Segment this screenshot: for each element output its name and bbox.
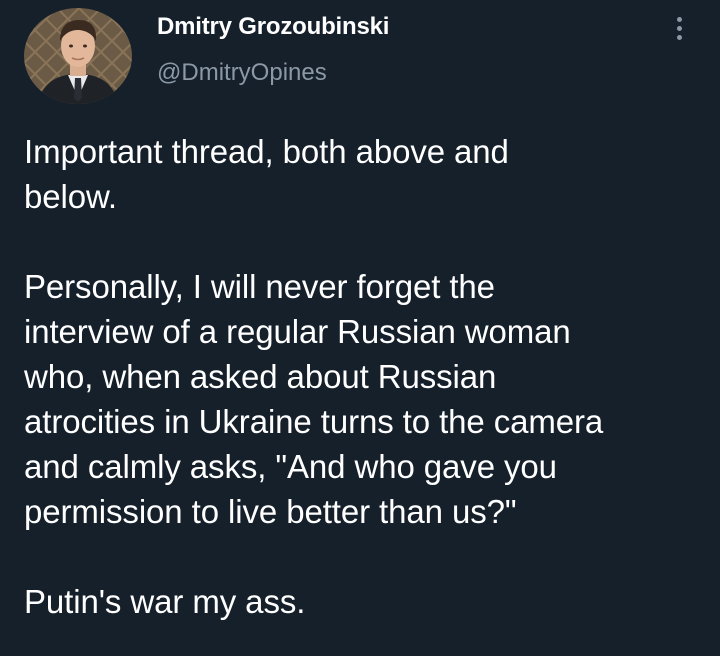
tweet-line: Important thread, both above and [24, 133, 509, 170]
tweet-line: interview of a regular Russian woman [24, 313, 571, 350]
tweet-text: Important thread, both above and below. … [24, 129, 704, 656]
tweet-line: below. [24, 178, 117, 215]
tweet-line: permission to live better than us?" [24, 493, 517, 530]
tweet-paragraph: Important thread, both above and below. [24, 129, 704, 219]
more-vertical-icon [676, 16, 682, 22]
author-handle[interactable]: @DmitryOpines [157, 59, 327, 87]
tweet-paragraph: Putin's war my ass. [24, 579, 704, 624]
tweet-line: Putin's war my ass. [24, 583, 306, 620]
author-name[interactable]: Dmitry Grozoubinski [157, 13, 389, 41]
more-vertical-icon [676, 34, 682, 40]
tweet-line: atrocities in Ukraine turns to the camer… [24, 403, 604, 440]
tweet-line: and calmly asks, "And who gave you [24, 448, 557, 485]
profile-photo-icon [24, 8, 132, 104]
tweet-line: Personally, I will never forget the [24, 268, 495, 305]
avatar[interactable] [24, 8, 132, 104]
tweet-card: Dmitry Grozoubinski @DmitryOpines Import… [0, 0, 720, 656]
more-vertical-icon [676, 25, 682, 31]
more-options-button[interactable] [664, 10, 694, 46]
tweet-paragraph: Personally, I will never forget the inte… [24, 264, 704, 534]
tweet-line: who, when asked about Russian [24, 358, 497, 395]
